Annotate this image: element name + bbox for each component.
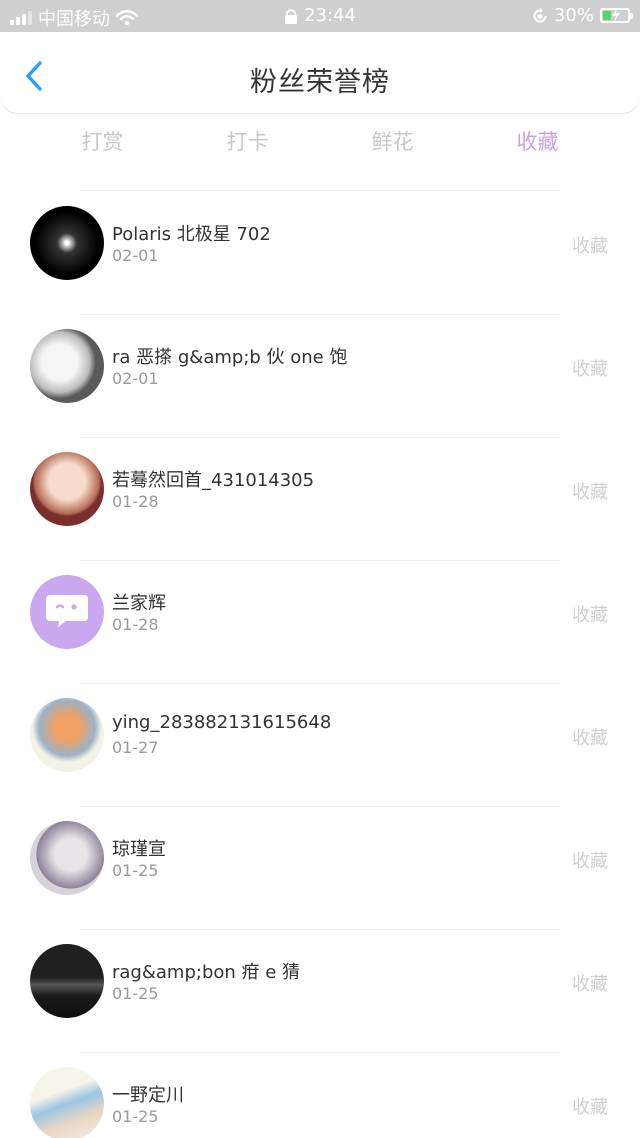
tab-checkin[interactable]: 打卡 [175,126,320,162]
battery-percent: 30% [553,5,594,26]
avatar[interactable] [30,944,104,1018]
rotation-lock-icon [533,7,547,22]
fan-date: 01-25 [112,1107,159,1126]
status-bar: 中国移动 23:44 30% [0,0,640,32]
fan-date: 01-27 [112,738,159,757]
fan-list: Polaris 北极星 702 02-01 收藏 ra 恶搽 g&amp;b 伙… [0,192,640,1138]
avatar[interactable] [30,329,104,403]
fan-name: ra 恶搽 g&amp;b 伙 one 饱 [112,347,348,368]
favorite-label: 收藏 [572,851,608,872]
list-item[interactable]: 琼瑾宣 01-25 收藏 [0,807,640,930]
tab-reward[interactable]: 打赏 [30,126,175,162]
avatar[interactable] [30,575,104,649]
avatar[interactable] [30,821,104,895]
fan-date: 02-01 [112,369,159,388]
favorite-label: 收藏 [572,482,608,503]
fan-name: ying_283882131615648 [112,712,332,733]
divider [80,190,560,191]
page-title: 粉丝荣誉榜 [250,67,390,98]
list-item[interactable]: ying_283882131615648 01-27 收藏 [0,684,640,807]
list-item[interactable]: rag&amp;bon 疳 e 猜 01-25 收藏 [0,930,640,1053]
battery-icon [600,8,633,23]
list-item[interactable]: Polaris 北极星 702 02-01 收藏 [0,192,640,315]
clock-label: 23:44 [304,5,356,26]
fan-name: rag&amp;bon 疳 e 猜 [112,962,301,983]
fan-date: 01-28 [112,615,159,634]
list-item[interactable]: 兰家辉 01-28 收藏 [0,561,640,684]
avatar[interactable] [30,452,104,526]
lock-icon [285,8,298,24]
favorite-label: 收藏 [572,974,608,995]
fan-name: 兰家辉 [112,593,166,614]
fan-name: 一野定川 [112,1085,184,1106]
nav-header: 粉丝荣誉榜 [0,32,640,114]
tab-favorites[interactable]: 收藏 [465,126,610,162]
avatar[interactable] [30,1067,104,1138]
fan-name: 琼瑾宣 [112,839,166,860]
fan-name: 若蓦然回首_431014305 [112,470,315,491]
fan-date: 01-28 [112,492,159,511]
avatar[interactable] [30,206,104,280]
favorite-label: 收藏 [572,236,608,257]
list-item[interactable]: 若蓦然回首_431014305 01-28 收藏 [0,438,640,561]
fan-name: Polaris 北极星 702 [112,224,271,245]
favorite-label: 收藏 [572,728,608,749]
list-item[interactable]: ra 恶搽 g&amp;b 伙 one 饱 02-01 收藏 [0,315,640,438]
tab-flowers[interactable]: 鲜花 [320,126,465,162]
list-item[interactable]: 一野定川 01-25 收藏 [0,1053,640,1138]
chat-bubble-icon [46,595,88,627]
favorite-label: 收藏 [572,1097,608,1118]
fan-date: 01-25 [112,984,159,1003]
fan-date: 01-25 [112,861,159,880]
favorite-label: 收藏 [572,605,608,626]
status-bar-right: 30% [532,5,633,26]
avatar[interactable] [30,698,104,772]
fan-date: 02-01 [112,246,159,265]
tab-bar: 打赏 打卡 鲜花 收藏 [30,126,610,162]
favorite-label: 收藏 [572,359,608,380]
